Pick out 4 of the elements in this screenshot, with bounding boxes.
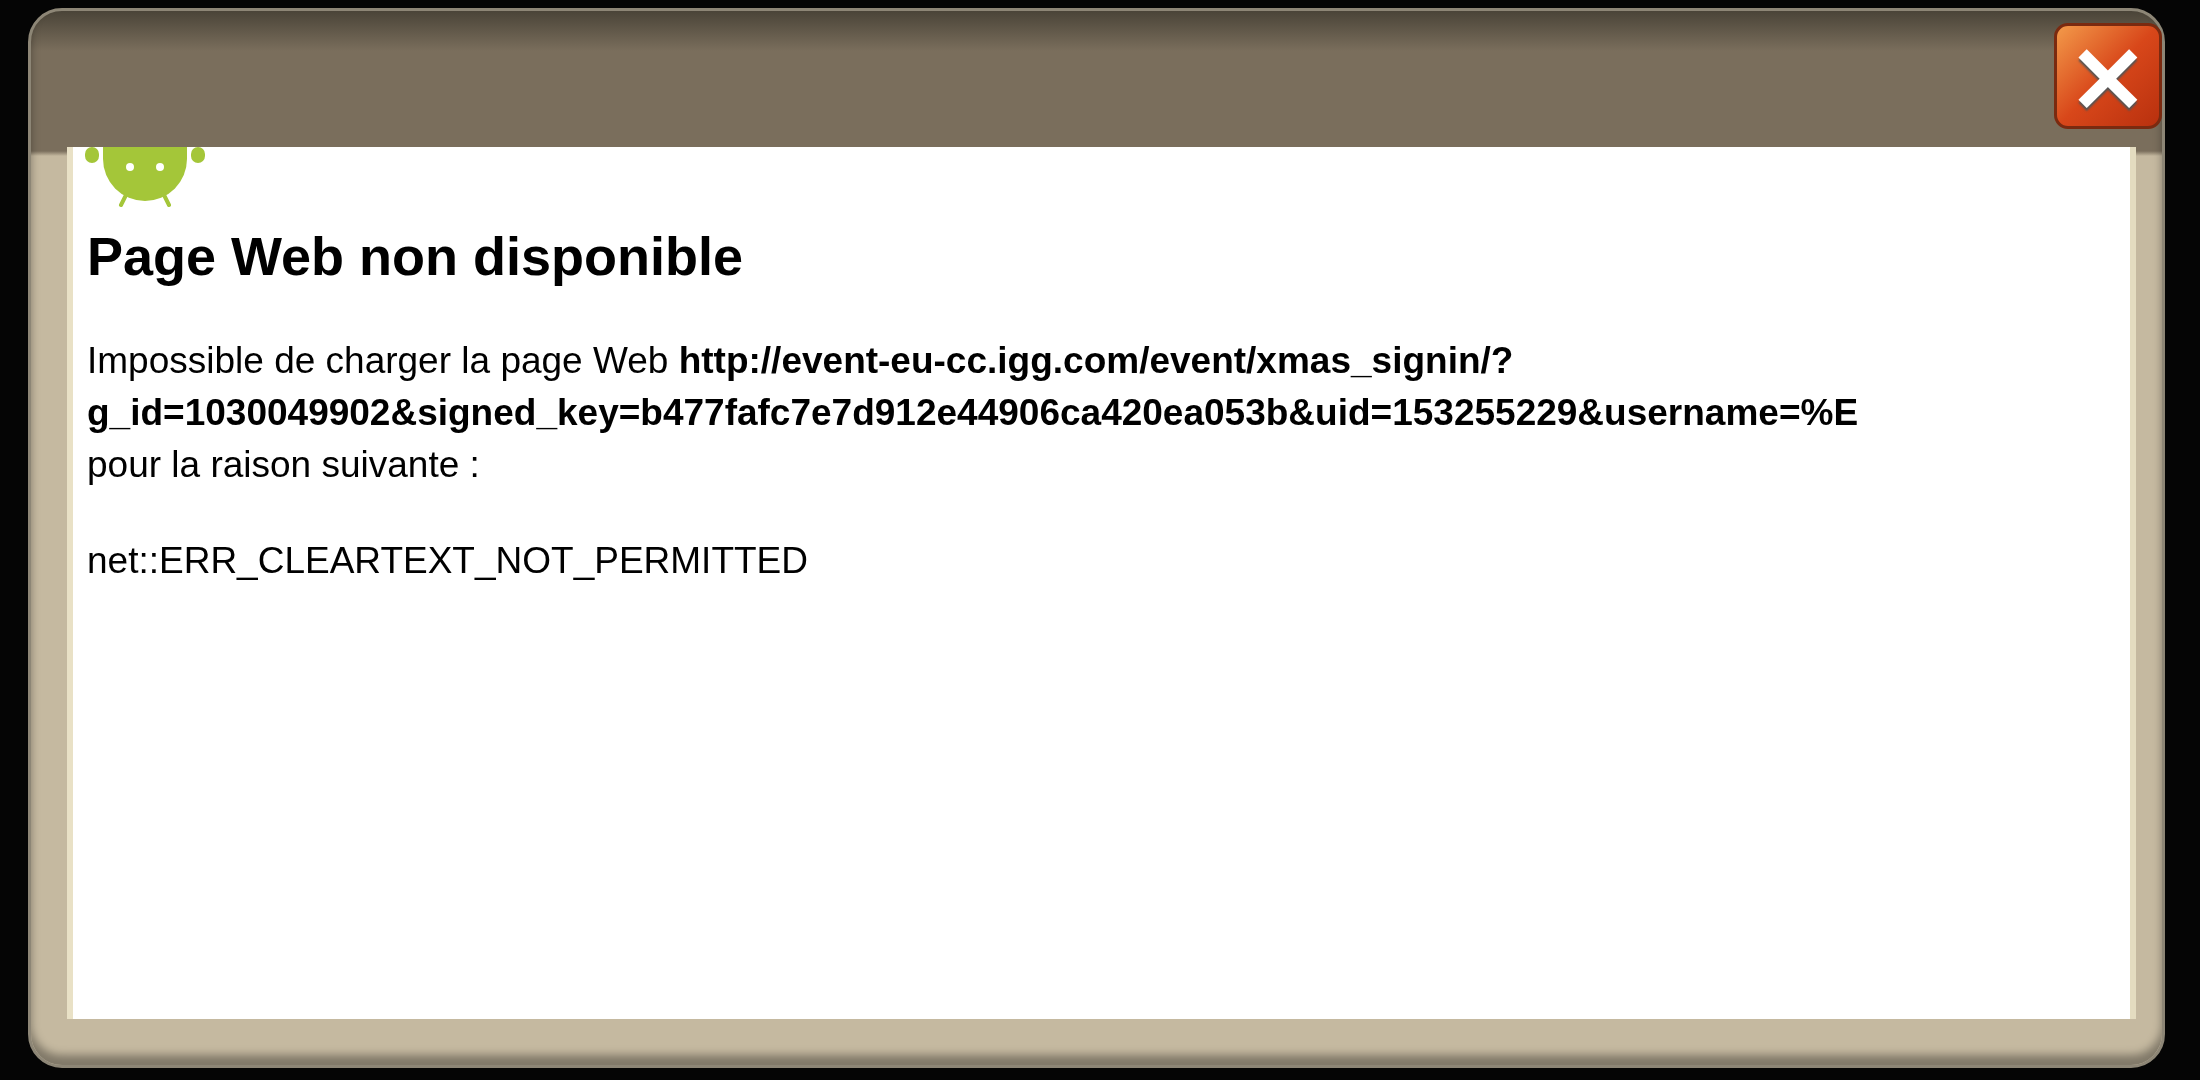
error-code: net::ERR_CLEARTEXT_NOT_PERMITTED	[87, 539, 809, 583]
close-button[interactable]: ×	[2054, 23, 2162, 129]
error-message: Impossible de charger la page Web http://event-eu-cc.igg.com/event/xmas_signin/? g_id=1030049902&signed_key=b477fafc7e7d912e44906ca420ea053b&uid=153255229&username=%E pour la raison suivante :	[87, 339, 1860, 487]
page-title: Page Web non disponible	[87, 225, 745, 288]
